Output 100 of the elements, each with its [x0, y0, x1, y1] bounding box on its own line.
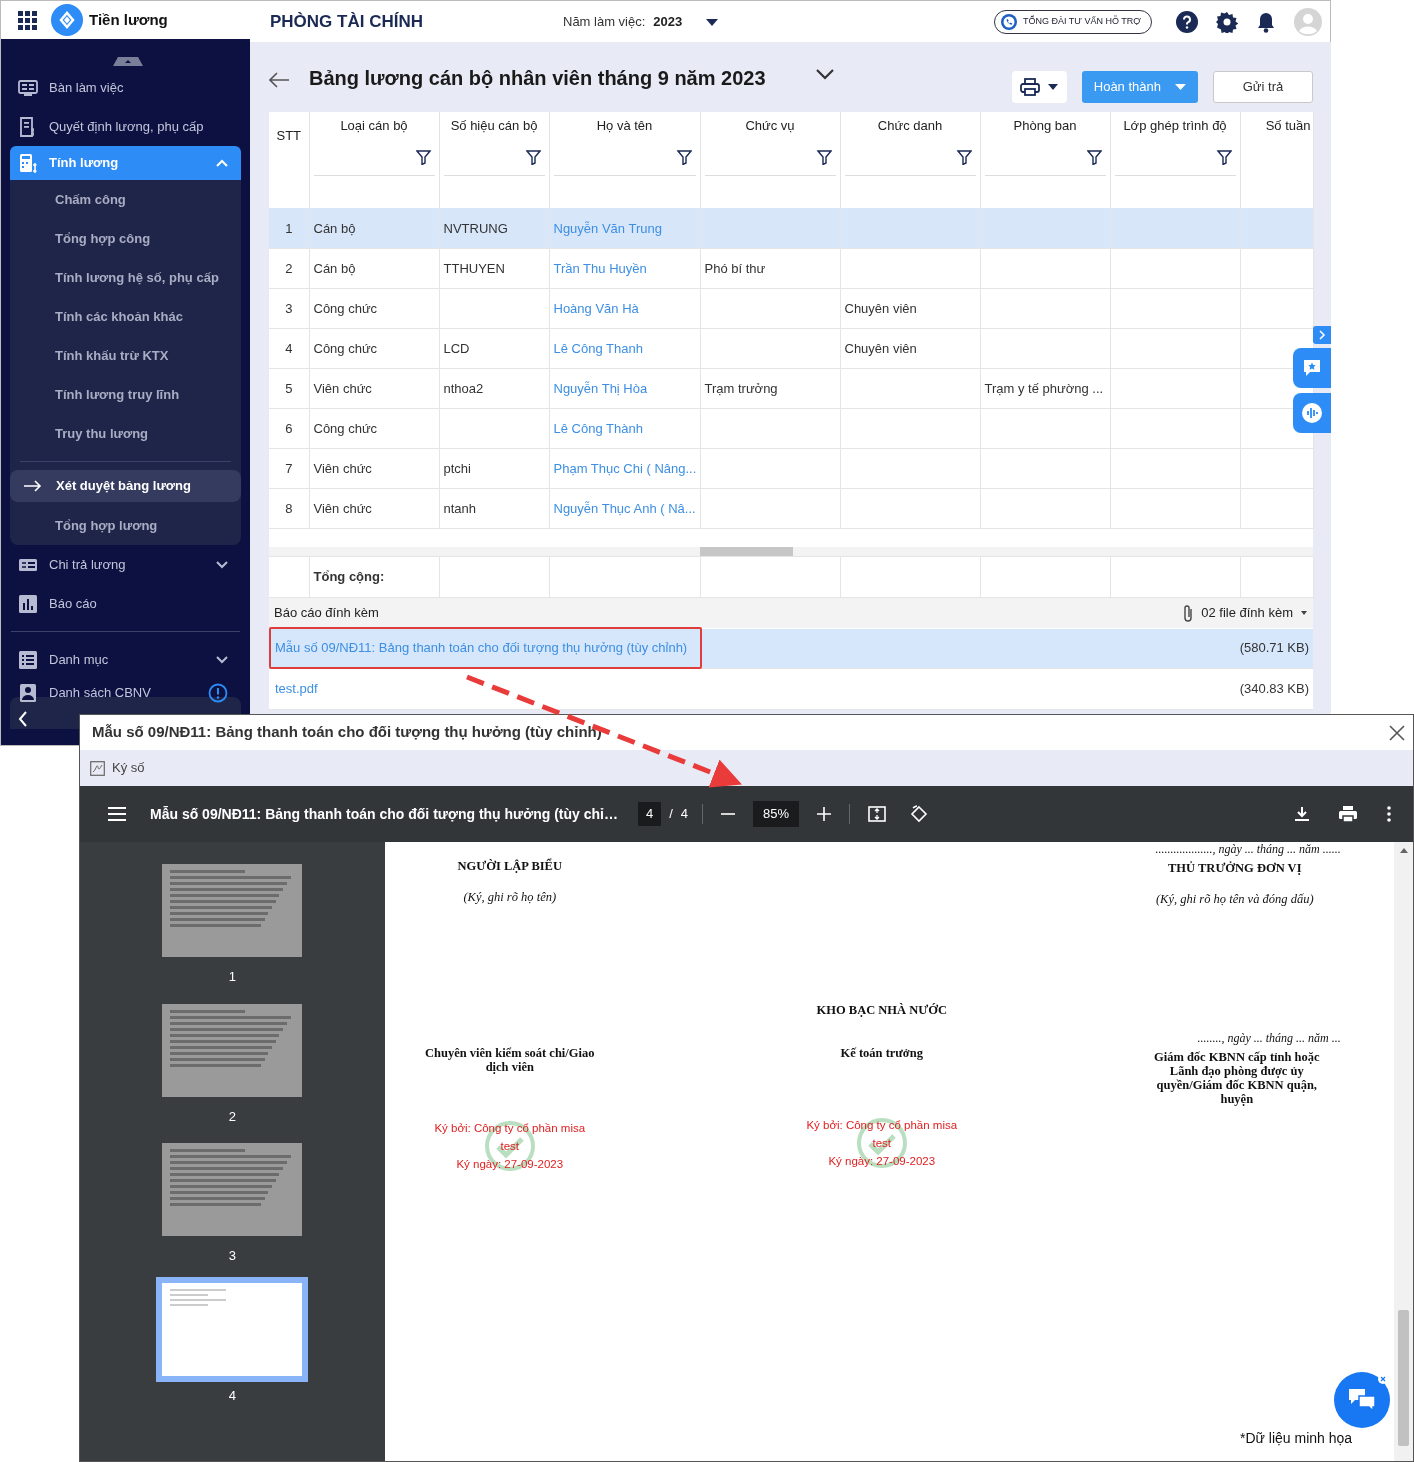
submenu-item[interactable]: Tính lương hệ số, phụ cấp [10, 258, 241, 297]
table-cell: Công chức [313, 420, 378, 436]
bar-chart-icon [18, 593, 38, 614]
page-title: Bảng lương cán bộ nhân viên tháng 9 năm 2023 [309, 66, 766, 91]
attachment-row[interactable]: Mẫu số 09/NĐ11: Bảng thanh toán cho đối tượng thụ hưởng (tùy chỉnh) (580.71 KB) [269, 628, 1313, 669]
employee-name-link[interactable]: Phạm Thục Chi ( Nâng... [553, 460, 697, 476]
column-header[interactable]: Chức vụ [700, 112, 840, 140]
help-icon[interactable] [1176, 10, 1198, 33]
submenu-item[interactable]: Tổng hợp công [10, 219, 241, 258]
sidebar-item[interactable]: Chi trả lương [1, 545, 250, 584]
signature-note: (Ký, ghi rõ họ tên) [462, 888, 558, 906]
scrollbar-thumb[interactable] [700, 547, 793, 556]
chevron-down-icon[interactable] [815, 69, 834, 80]
page-number-field[interactable]: 4 [637, 802, 662, 826]
page-label: 4 [228, 1386, 236, 1405]
sidebar-item[interactable]: Báo cáo [1, 584, 250, 623]
chevron-left-icon[interactable] [18, 711, 28, 727]
submenu-item[interactable]: Tính khấu trừ KTX [10, 336, 241, 375]
submenu-item[interactable]: Chấm công [10, 180, 241, 219]
scrollbar-thumb[interactable] [1398, 1310, 1409, 1446]
print-button[interactable] [1011, 71, 1067, 103]
signature-text: Ký bởi: Công ty cổ phần misa [433, 1121, 587, 1137]
table-cell: Viên chức [313, 460, 372, 476]
horizontal-scrollbar[interactable] [269, 547, 1313, 556]
submenu-item[interactable]: Truy thu lương [10, 414, 241, 453]
page-separator: / [669, 805, 673, 824]
menu-icon [108, 806, 126, 822]
caret-icon [1048, 84, 1059, 90]
column-header[interactable]: Lớp ghép trình độ [1110, 112, 1240, 140]
submenu-item[interactable]: Tính các khoản khác [10, 297, 241, 336]
caret-icon [1175, 84, 1186, 90]
desk-icon [18, 77, 38, 98]
signature-text: test [871, 1136, 893, 1152]
back-arrow-icon[interactable] [269, 72, 289, 88]
table-cell: 3 [285, 300, 293, 316]
attachment-count-dropdown[interactable]: 02 file đính kèm [1183, 602, 1307, 623]
signature-text: Ký bởi: Công ty cổ phần misa [805, 1118, 959, 1134]
download-icon [1295, 807, 1309, 821]
file-size: (580.71 KB) [1239, 639, 1309, 658]
page-thumbnail[interactable] [162, 1143, 303, 1236]
viewer-title: Mẫu số 09/NĐ11: Bảng thanh toán cho đối tượng thụ hưởng (tùy chỉ… [150, 804, 618, 824]
zoom-level-field[interactable]: 85% [753, 801, 800, 827]
column-header[interactable]: Số tuần [1240, 112, 1313, 140]
signature-heading: NGƯỜI LẬP BIỂU [456, 857, 563, 875]
employee-name-link[interactable]: Nguyễn Thục Anh ( Nâ... [553, 500, 696, 516]
print-icon [1339, 806, 1357, 822]
column-header[interactable]: Chức danh [840, 112, 980, 140]
page-label: 1 [228, 968, 236, 986]
close-icon [1389, 725, 1405, 742]
app-grid-icon[interactable] [18, 10, 37, 30]
submenu-item[interactable]: Xét duyệt bảng lương [10, 470, 241, 502]
expand-tab[interactable] [1313, 326, 1331, 344]
voice-assistant-button[interactable] [1293, 393, 1331, 433]
page-thumbnail[interactable] [162, 864, 303, 957]
column-header[interactable]: Họ và tên [549, 112, 700, 140]
submenu-item[interactable]: Tính lương truy lĩnh [10, 375, 241, 414]
scroll-up-icon [1400, 848, 1408, 853]
table-cell: Trạm y tế phường ... [984, 380, 1104, 396]
dialog-title: Mẫu số 09/NĐ11: Bảng thanh toán cho đối tượng thụ hưởng (tùy chỉnh) [92, 722, 602, 743]
illustration-note: *Dữ liệu minh họa [1240, 1429, 1353, 1448]
support-hotline-button[interactable]: TỔNG ĐÀI TƯ VẤN HỖ TRỢ [993, 9, 1152, 34]
filter-icon [676, 150, 692, 165]
table-cell: 2 [285, 260, 293, 276]
caret-icon[interactable] [706, 18, 719, 26]
close-icon[interactable] [1378, 1374, 1388, 1384]
table-cell: 1 [285, 220, 293, 236]
list-icon [18, 649, 38, 670]
page-thumbnail[interactable] [162, 1003, 303, 1097]
table-cell: nthoa2 [443, 380, 484, 396]
paperclip-icon [1183, 603, 1194, 622]
sidebar-item[interactable]: Bàn làm việc [1, 68, 250, 107]
arrow-right-icon [24, 480, 42, 492]
return-button[interactable]: Gửi trả [1213, 71, 1313, 103]
file-link[interactable]: test.pdf [269, 668, 333, 710]
notification-bell-icon[interactable] [1256, 10, 1276, 33]
page-thumbnail[interactable] [156, 1276, 309, 1382]
feedback-button[interactable] [1293, 348, 1331, 388]
caret-icon [1301, 610, 1307, 615]
attachment-row[interactable]: test.pdf (340.83 KB) [269, 669, 1313, 710]
digital-sign-button[interactable]: Ký số [90, 758, 145, 778]
filter-icon [816, 150, 832, 165]
submenu-item[interactable]: Tổng hợp lương [10, 506, 241, 545]
table-cell: Trạm trưởng [704, 380, 778, 396]
person-card-icon [18, 683, 38, 703]
total-label: Tổng cộng: [313, 569, 385, 584]
vertical-scrollbar[interactable] [1394, 842, 1413, 1461]
signature-text: Ký ngày: 27-09-2023 [827, 1154, 937, 1170]
star-chat-icon [1302, 358, 1322, 378]
column-header[interactable]: Loại cán bộ [309, 112, 439, 140]
signature-text: Ký ngày: 27-09-2023 [455, 1157, 565, 1173]
table-cell: 8 [285, 500, 293, 516]
settings-icon[interactable] [1216, 10, 1238, 33]
employee-name-link[interactable]: Hoàng Văn Hà [553, 300, 639, 316]
table-cell: 6 [285, 420, 293, 436]
sidebar-item[interactable]: Quyết định lương, phụ cấp [1, 107, 250, 146]
column-header[interactable]: Số hiệu cán bộ [439, 112, 549, 140]
column-header[interactable]: Phòng ban [980, 112, 1110, 140]
sidebar-item[interactable]: Danh mục [1, 640, 250, 679]
column-header[interactable]: STT [269, 112, 309, 160]
table-cell: 5 [285, 380, 293, 396]
